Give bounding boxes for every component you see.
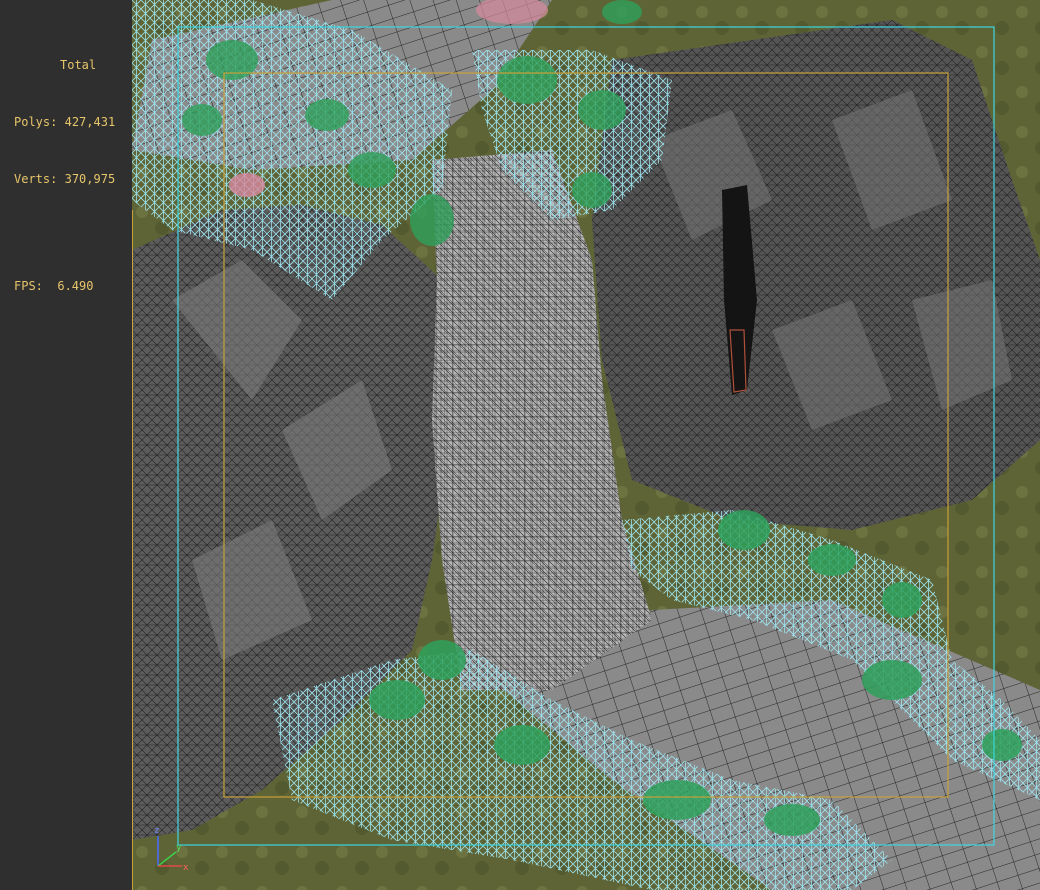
verts-stat: Verts: 370,975 xyxy=(14,170,115,189)
axis-y-label: y xyxy=(176,843,182,853)
verts-label: Verts: xyxy=(14,172,58,186)
axis-x-label: x xyxy=(183,863,189,872)
stats-title: Total xyxy=(60,58,97,72)
axis-z-label: z xyxy=(154,826,159,836)
viewport-stats-panel: Total Polys: 427,431 Verts: 370,975 FPS:… xyxy=(0,0,133,890)
stats-gap xyxy=(14,227,115,239)
fps-value: 6.490 xyxy=(57,279,94,293)
polys-label: Polys: xyxy=(14,115,58,129)
fps-stat: FPS: 6.490 xyxy=(14,277,115,296)
scene-statistics: Total Polys: 427,431 Verts: 370,975 FPS:… xyxy=(14,18,115,334)
polys-value: 427,431 xyxy=(64,115,116,129)
3d-viewport[interactable]: z y x xyxy=(132,0,1040,890)
fps-label: FPS: xyxy=(14,279,43,293)
scene-render xyxy=(132,0,1040,890)
axis-gizmo-icon: z y x xyxy=(154,826,189,872)
polys-stat: Polys: 427,431 xyxy=(14,113,115,132)
verts-value: 370,975 xyxy=(64,172,116,186)
